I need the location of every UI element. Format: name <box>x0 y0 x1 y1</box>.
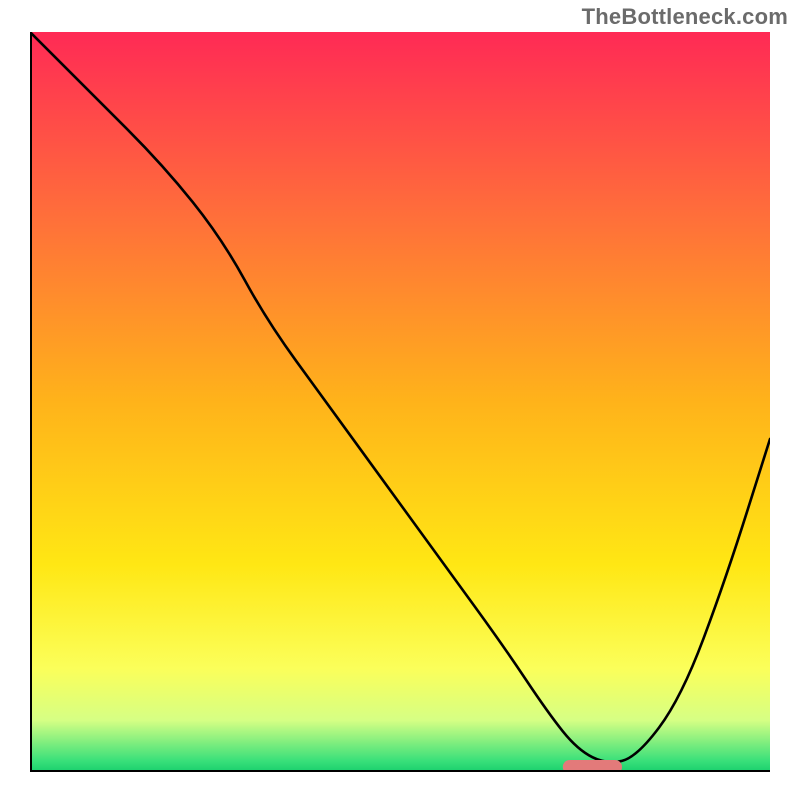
plot-area <box>30 32 770 772</box>
bottleneck-chart: TheBottleneck.com <box>0 0 800 800</box>
plot-svg <box>30 32 770 772</box>
watermark-label: TheBottleneck.com <box>582 4 788 30</box>
